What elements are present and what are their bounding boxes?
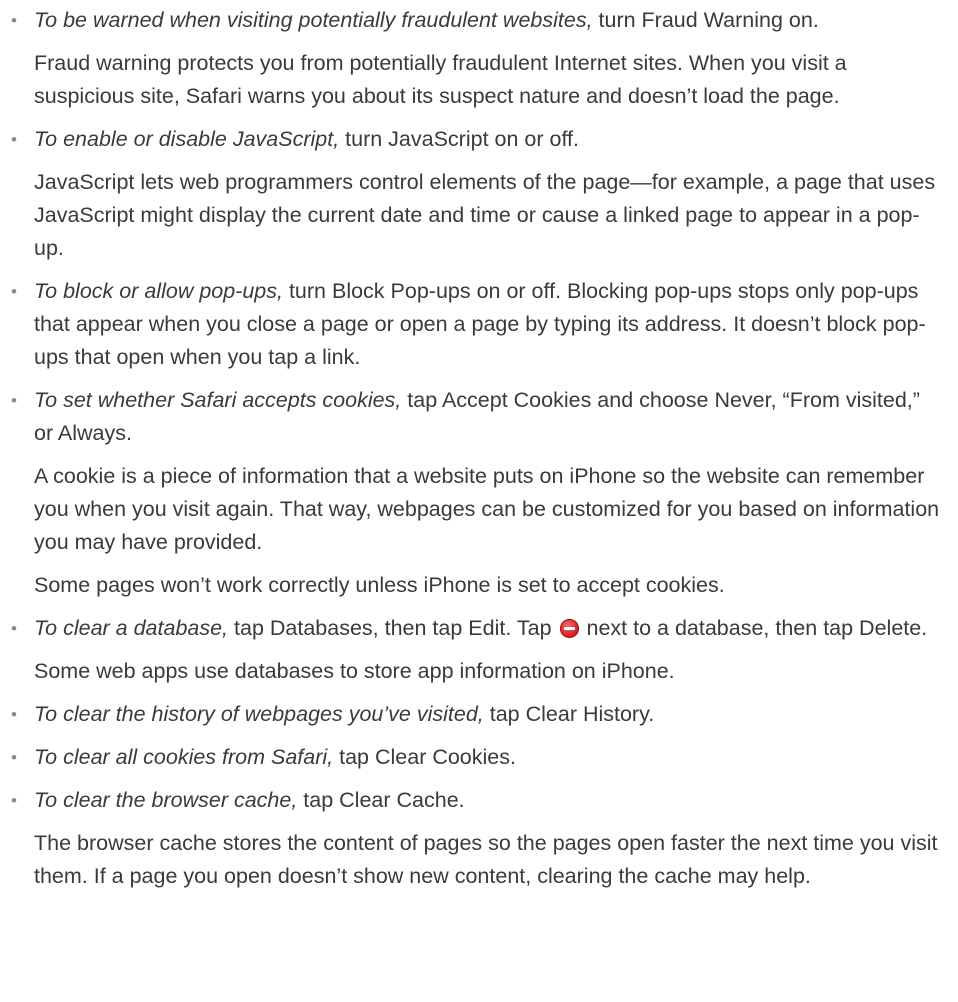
item-text: next to a database, then tap Delete. [580,616,928,640]
item-note: Some web apps use databases to store app… [34,659,675,683]
item-lead: To clear a database, [34,616,229,640]
item-lead: To set whether Safari accepts cookies, [34,388,402,412]
item-lead: To clear the browser cache, [34,788,298,812]
list-item: • To clear the browser cache, tap Clear … [0,784,958,817]
item-lead: To be warned when visiting potentially f… [34,8,593,32]
list-item: • To clear all cookies from Safari, tap … [0,741,958,774]
item-lead: To enable or disable JavaScript, [34,127,340,151]
item-note: Fraud warning protects you from potentia… [34,51,847,108]
list-item: • To set whether Safari accepts cookies,… [0,384,958,450]
bullet: • [11,11,17,30]
bullet: • [11,791,17,810]
bullet: • [11,705,17,724]
bullet: • [11,391,17,410]
item-lead: To clear the history of webpages you’ve … [34,702,484,726]
item-text: turn JavaScript on or off. [339,127,579,151]
list-item: • To be warned when visiting potentially… [0,4,958,37]
item-note: JavaScript lets web programmers control … [34,170,936,260]
bullet: • [11,282,17,301]
item-note: The browser cache stores the content of … [34,831,938,888]
list-item: • To clear the history of webpages you’v… [0,698,958,731]
list-item: • To clear a database, tap Databases, th… [0,612,958,645]
list-item: • To block or allow pop-ups, turn Block … [0,275,958,374]
item-text: tap Databases, then tap Edit. Tap [228,616,558,640]
list-item: • To enable or disable JavaScript, turn … [0,123,958,156]
bullet: • [11,619,17,638]
bullet: • [11,748,17,767]
item-lead: To clear all cookies from Safari, [34,745,334,769]
delete-icon [559,619,579,638]
item-text: tap Clear History. [483,702,655,726]
item-lead: To block or allow pop-ups, [34,279,283,303]
item-text: turn Fraud Warning on. [592,8,819,32]
item-text: tap Clear Cache. [297,788,465,812]
bullet: • [11,130,17,149]
document-body: • To be warned when visiting potentially… [0,0,958,903]
item-text: tap Clear Cookies. [333,745,516,769]
item-note: A cookie is a piece of information that … [34,464,940,554]
item-note: Some pages won’t work correctly unless i… [34,573,725,597]
